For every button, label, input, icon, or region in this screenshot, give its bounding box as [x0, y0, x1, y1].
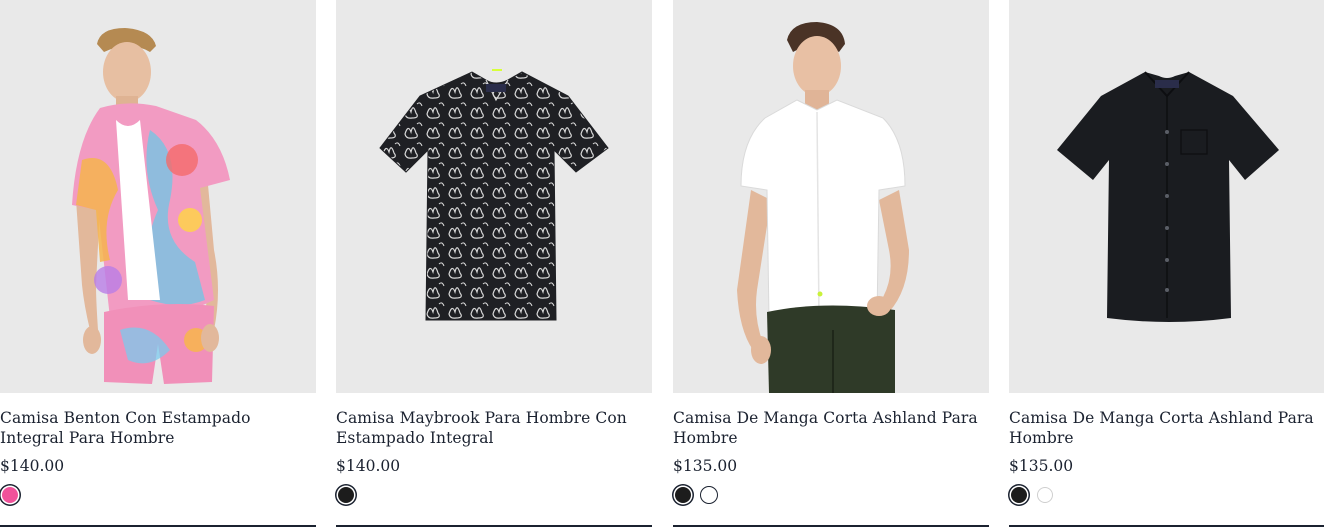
product-price: $135.00: [1009, 457, 1074, 475]
product-image: [72, 28, 230, 384]
product-image-link[interactable]: [336, 0, 652, 393]
product-image-link[interactable]: [1009, 0, 1324, 393]
product-price: $140.00: [0, 457, 65, 475]
product-image-link[interactable]: [673, 0, 989, 393]
product-title[interactable]: Camisa Benton Con Estampado Integral Par…: [0, 408, 316, 448]
product-price: $135.00: [673, 457, 738, 475]
color-swatch-black[interactable]: [1011, 487, 1027, 503]
product-title[interactable]: Camisa De Manga Corta Ashland Para Hombr…: [1009, 408, 1324, 448]
color-swatch-pink[interactable]: [2, 487, 18, 503]
color-swatch-black[interactable]: [338, 487, 354, 503]
card-divider: [336, 525, 652, 527]
card-divider: [0, 525, 316, 527]
product-card: Camisa Benton Con Estampado Integral Par…: [0, 0, 316, 529]
color-swatch-white[interactable]: [1037, 487, 1053, 503]
color-swatches: [673, 485, 719, 507]
color-swatches: [0, 485, 20, 507]
product-card: Camisa De Manga Corta Ashland Para Hombr…: [1009, 0, 1324, 529]
product-image: [379, 69, 609, 321]
color-swatch-black[interactable]: [675, 487, 691, 503]
product-grid: Camisa Benton Con Estampado Integral Par…: [0, 0, 1324, 529]
product-image: [737, 22, 909, 393]
color-swatches: [336, 485, 356, 507]
product-image: [1057, 71, 1279, 322]
card-divider: [673, 525, 989, 527]
color-swatches: [1009, 485, 1055, 507]
card-divider: [1009, 525, 1324, 527]
product-image-link[interactable]: [0, 0, 316, 393]
product-card: Camisa Maybrook Para Hombre Con Estampad…: [336, 0, 652, 529]
product-price: $140.00: [336, 457, 401, 475]
product-title[interactable]: Camisa Maybrook Para Hombre Con Estampad…: [336, 408, 652, 448]
product-card: Camisa De Manga Corta Ashland Para Hombr…: [673, 0, 989, 529]
product-title[interactable]: Camisa De Manga Corta Ashland Para Hombr…: [673, 408, 989, 448]
color-swatch-white[interactable]: [700, 486, 718, 504]
